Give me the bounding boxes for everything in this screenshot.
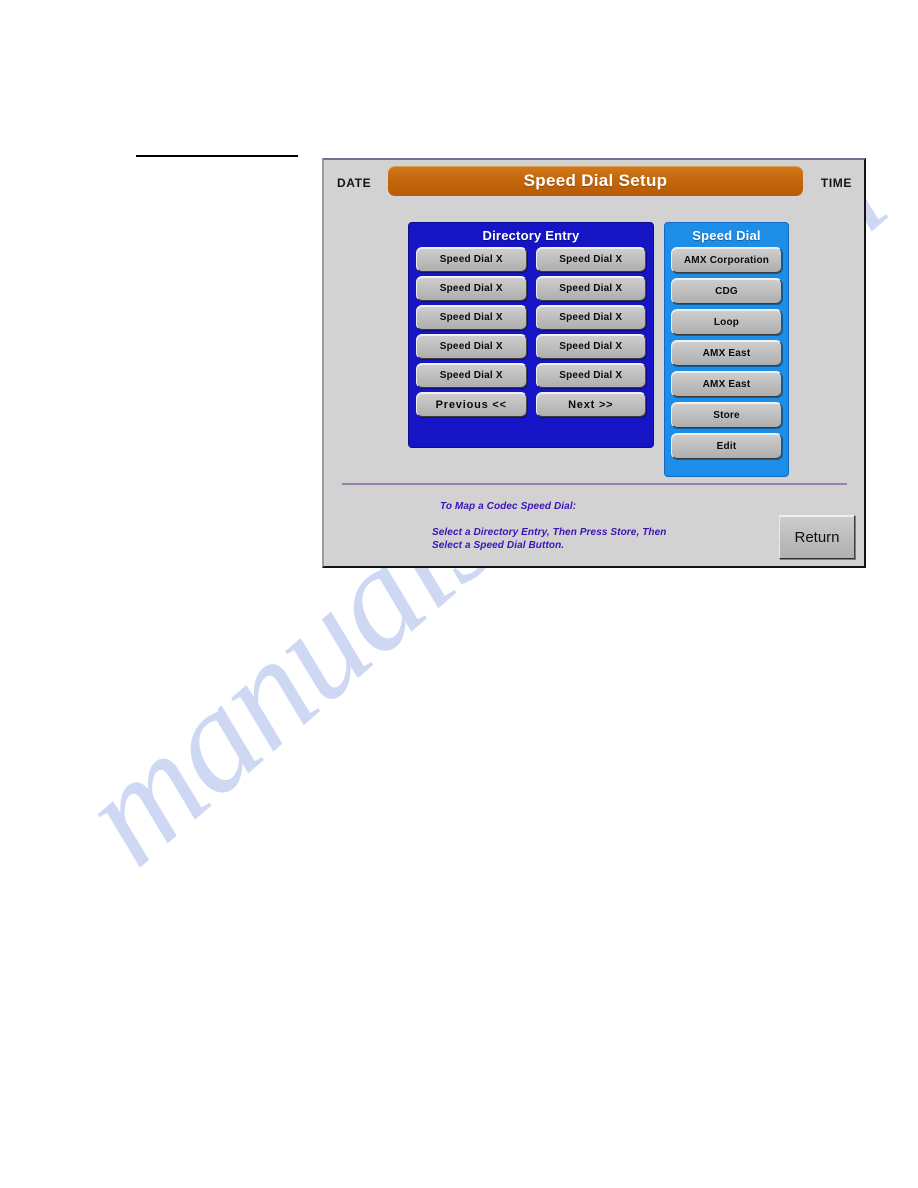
speed-dial-button-amx-east-2[interactable]: AMX East	[671, 371, 782, 397]
return-button[interactable]: Return	[779, 515, 855, 559]
directory-entry-button[interactable]: Speed Dial X	[416, 247, 527, 272]
document-rule	[136, 155, 298, 157]
footer-divider	[342, 483, 847, 485]
directory-entry-button[interactable]: Speed Dial X	[535, 276, 646, 301]
instructions-line-1: Select a Directory Entry, Then Press Sto…	[432, 527, 667, 538]
next-page-button[interactable]: Next >>	[535, 392, 646, 417]
instructions-heading: To Map a Codec Speed Dial:	[440, 501, 577, 512]
instructions-line-2: Select a Speed Dial Button.	[432, 540, 565, 551]
directory-entry-button-grid: Speed Dial X Speed Dial X Speed Dial X S…	[416, 247, 646, 417]
page-watermark: manualshive.com	[38, 115, 914, 1170]
speed-dial-button-cdg[interactable]: CDG	[671, 278, 782, 304]
touch-panel-screen: DATE Speed Dial Setup TIME Directory Ent…	[322, 158, 866, 568]
previous-page-button[interactable]: Previous <<	[416, 392, 527, 417]
directory-entry-title: Directory Entry	[482, 228, 580, 243]
date-label: DATE	[337, 176, 372, 190]
speed-dial-panel: Speed Dial AMX Corporation CDG Loop AMX …	[664, 222, 789, 477]
directory-entry-button[interactable]: Speed Dial X	[535, 334, 646, 359]
page-title-bar: Speed Dial Setup	[388, 166, 803, 196]
time-label: TIME	[820, 176, 852, 190]
speed-dial-button-amx-east-1[interactable]: AMX East	[671, 340, 782, 366]
directory-entry-button[interactable]: Speed Dial X	[535, 247, 646, 272]
speed-dial-button-list: AMX Corporation CDG Loop AMX East AMX Ea…	[671, 247, 782, 459]
page-title: Speed Dial Setup	[523, 171, 668, 190]
directory-entry-button[interactable]: Speed Dial X	[535, 305, 646, 330]
directory-entry-button[interactable]: Speed Dial X	[416, 276, 527, 301]
directory-entry-button[interactable]: Speed Dial X	[416, 334, 527, 359]
instructions-block: To Map a Codec Speed Dial: Select a Dire…	[432, 500, 762, 552]
edit-button[interactable]: Edit	[671, 433, 782, 459]
directory-entry-button[interactable]: Speed Dial X	[416, 363, 527, 388]
store-button[interactable]: Store	[671, 402, 782, 428]
directory-entry-button[interactable]: Speed Dial X	[416, 305, 527, 330]
speed-dial-title: Speed Dial	[692, 228, 761, 243]
speed-dial-button-amx-corporation[interactable]: AMX Corporation	[671, 247, 782, 273]
directory-entry-panel: Directory Entry Speed Dial X Speed Dial …	[408, 222, 654, 448]
speed-dial-button-loop[interactable]: Loop	[671, 309, 782, 335]
directory-entry-button[interactable]: Speed Dial X	[535, 363, 646, 388]
